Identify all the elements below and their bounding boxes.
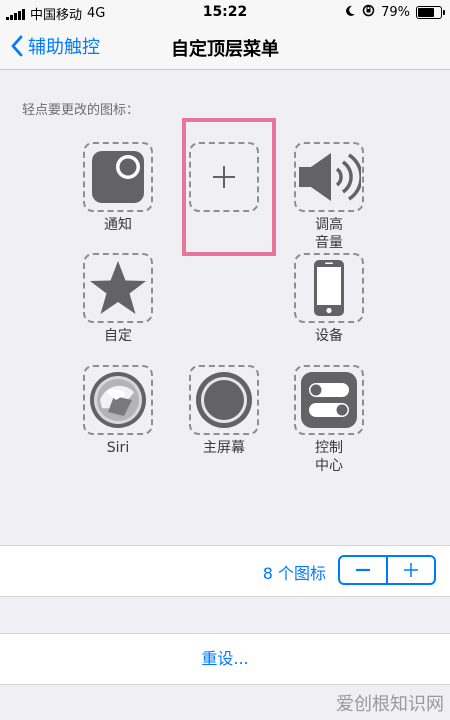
plus-icon [404,563,418,577]
icon-label-custom: 自定 [104,328,132,344]
control-center-icon [301,372,357,428]
siri-icon [90,372,146,428]
moon-icon [344,5,356,21]
orientation-lock-icon [362,4,375,21]
volume-up-icon [299,153,361,201]
icon-count-stepper[interactable] [338,555,436,585]
icon-label-control-center: 控制 中心 [315,440,343,474]
device-icon [314,260,344,316]
reset-button[interactable]: 重设... [0,633,450,685]
battery-percent: 79% [381,5,410,20]
section-header: 轻点要更改的图标： [22,103,140,118]
back-label: 辅助触控 [28,37,100,58]
star-icon [90,261,146,314]
icon-label-home: 主屏幕 [203,440,245,456]
icon-slot-notification[interactable]: 通知 [83,142,153,234]
icon-count-label: 8 个图标 [262,564,326,583]
icon-label-notification: 通知 [104,217,132,233]
navigation-bar: 辅助触控 自定顶层菜单 [0,24,450,70]
icon-slot-control-center[interactable]: 控制 中心 [294,365,364,475]
increment-button[interactable] [386,557,434,583]
status-right: 79% [344,4,445,21]
icon-slot-siri[interactable]: Siri [83,365,153,457]
icon-slot-custom[interactable]: 自定 [83,253,153,345]
icon-count-row: 8 个图标 [0,545,450,597]
minus-icon [356,568,370,572]
battery-icon [416,6,445,19]
add-icon [213,166,235,188]
notification-icon [92,151,144,203]
icon-label-volume-up: 调高 音量 [315,217,343,251]
decrement-button[interactable] [340,557,386,583]
icon-slot-add[interactable] [189,142,259,212]
chevron-left-icon [11,35,23,57]
icon-label-siri: Siri [106,440,130,456]
icon-slot-home[interactable]: 主屏幕 [189,365,259,457]
home-icon [196,372,252,428]
icon-label-device: 设备 [315,328,343,344]
icon-slot-volume-up[interactable]: 调高 音量 [294,142,364,252]
icon-slot-device[interactable]: 设备 [294,253,364,345]
watermark: 爱创根知识网 [336,694,444,715]
status-bar: 中国移动 4G 15:22 79% [0,0,450,24]
back-button[interactable]: 辅助触控 [10,33,100,59]
